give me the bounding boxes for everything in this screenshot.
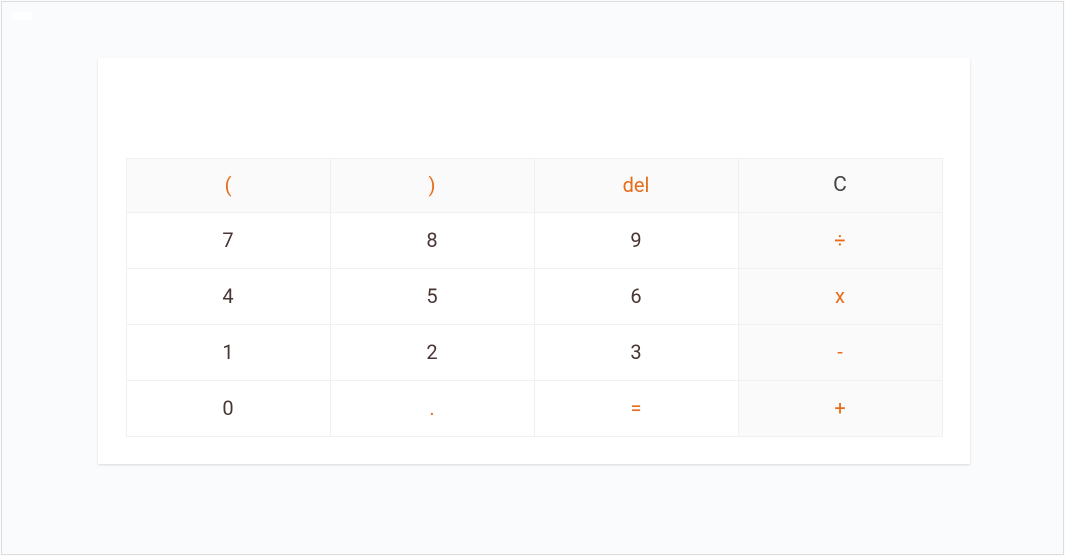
delete-button[interactable]: del <box>534 158 739 213</box>
calculator-panel: ( ) del C 7 8 9 ÷ 4 5 6 x 1 2 3 - 0 . = … <box>98 58 970 464</box>
digit-5-button[interactable]: 5 <box>330 268 535 325</box>
preview-tag <box>12 12 32 20</box>
digit-7-button[interactable]: 7 <box>126 212 331 269</box>
digit-8-button[interactable]: 8 <box>330 212 535 269</box>
add-button[interactable]: + <box>738 380 943 437</box>
digit-3-button[interactable]: 3 <box>534 324 739 381</box>
app-frame: ( ) del C 7 8 9 ÷ 4 5 6 x 1 2 3 - 0 . = … <box>1 1 1064 555</box>
calculator-display <box>126 86 942 158</box>
subtract-button[interactable]: - <box>738 324 943 381</box>
divide-button[interactable]: ÷ <box>738 212 943 269</box>
digit-9-button[interactable]: 9 <box>534 212 739 269</box>
open-paren-button[interactable]: ( <box>126 158 331 213</box>
digit-1-button[interactable]: 1 <box>126 324 331 381</box>
digit-6-button[interactable]: 6 <box>534 268 739 325</box>
keypad: ( ) del C 7 8 9 ÷ 4 5 6 x 1 2 3 - 0 . = … <box>126 158 942 436</box>
clear-button[interactable]: C <box>738 158 943 213</box>
digit-0-button[interactable]: 0 <box>126 380 331 437</box>
close-paren-button[interactable]: ) <box>330 158 535 213</box>
digit-4-button[interactable]: 4 <box>126 268 331 325</box>
digit-2-button[interactable]: 2 <box>330 324 535 381</box>
multiply-button[interactable]: x <box>738 268 943 325</box>
decimal-button[interactable]: . <box>330 380 535 437</box>
equals-button[interactable]: = <box>534 380 739 437</box>
